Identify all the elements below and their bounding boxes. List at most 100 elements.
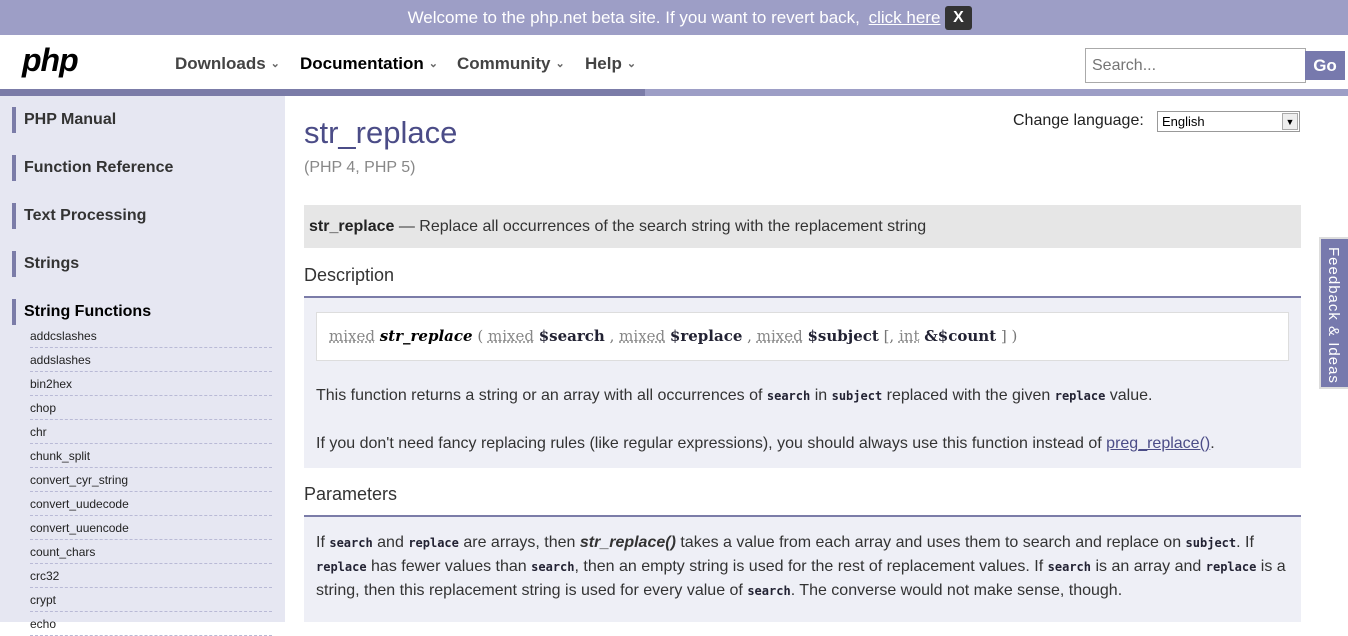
method-synopsis: mixed str_replace ( mixed $search , mixe…	[316, 312, 1289, 361]
paren-open: (	[477, 327, 484, 345]
description-paragraph-1: This function returns a string or an arr…	[316, 384, 1152, 408]
nav-help-label: Help	[585, 54, 622, 73]
list-item[interactable]: count_chars	[30, 540, 272, 564]
type-link[interactable]: mixed	[329, 327, 375, 345]
list-item[interactable]: crc32	[30, 564, 272, 588]
parameters-paragraph: If search and replace are arrays, then s…	[316, 531, 1291, 603]
chevron-down-icon: ⌄	[270, 58, 280, 70]
site-header: php Downloads ⌄ Documentation ⌄ Community ⌄…	[0, 35, 1348, 89]
param-count: &$count	[924, 327, 997, 345]
code-replace: replace	[408, 536, 459, 550]
nav-documentation-label: Documentation	[300, 54, 424, 73]
list-item[interactable]: convert_uuencode	[30, 516, 272, 540]
list-item[interactable]: bin2hex	[30, 372, 272, 396]
go-button[interactable]: Go	[1305, 51, 1345, 80]
banner-message: Welcome to the php.net beta site. If you…	[407, 8, 860, 27]
refpurpose-name: str_replace	[309, 218, 395, 235]
code-replace: replace	[1205, 560, 1257, 574]
nav-documentation[interactable]: Documentation ⌄	[300, 54, 438, 74]
chevron-down-icon: ⌄	[428, 58, 438, 70]
type-link[interactable]: int	[899, 327, 920, 345]
code-replace: replace	[1054, 389, 1106, 403]
nav-downloads-label: Downloads	[175, 54, 266, 73]
list-item[interactable]: echo	[30, 612, 272, 636]
ref-purpose: str_replace — Replace all occurrences of…	[304, 205, 1301, 248]
chevron-down-icon: ⌄	[626, 58, 637, 70]
feedback-tab[interactable]: Feedback & Ideas	[1319, 237, 1348, 389]
type-link[interactable]: mixed	[488, 327, 534, 345]
list-item[interactable]: convert_cyr_string	[30, 468, 272, 492]
text: If you don't need fancy replacing rules …	[316, 435, 1102, 452]
text: value.	[1109, 387, 1153, 404]
change-language-label: Change language:	[1013, 112, 1144, 129]
text: replaced with the given	[886, 387, 1051, 404]
parameters-heading: Parameters	[304, 484, 398, 504]
list-item[interactable]: chop	[30, 396, 272, 420]
paren-close: )	[1011, 327, 1018, 345]
sidebar-item-php-manual[interactable]: PHP Manual	[12, 107, 116, 133]
sidebar-item-strings[interactable]: Strings	[12, 251, 79, 277]
code-search: search	[531, 560, 575, 574]
text: has fewer values than	[371, 558, 527, 575]
revert-link[interactable]: click here	[869, 8, 941, 27]
text: . If	[1236, 534, 1254, 551]
text: If	[316, 534, 325, 551]
language-select[interactable]: English ▼	[1157, 111, 1300, 132]
text: .	[1210, 435, 1215, 452]
code-search: search	[747, 584, 791, 598]
feedback-label: Feedback & Ideas	[1325, 247, 1342, 384]
sidebar: PHP Manual Function Reference Text Proce…	[0, 96, 285, 636]
param-replace: $replace	[669, 327, 743, 345]
refpurpose-text: — Replace all occurrences of the search …	[398, 218, 927, 235]
nav-community[interactable]: Community ⌄	[457, 54, 565, 74]
sidebar-item-function-reference[interactable]: Function Reference	[12, 155, 173, 181]
code-replace: replace	[316, 560, 367, 574]
description-section: mixed str_replace ( mixed $search , mixe…	[304, 298, 1301, 468]
type-link[interactable]: mixed	[757, 327, 803, 345]
list-item[interactable]: convert_uudecode	[30, 492, 272, 516]
beta-banner: Welcome to the php.net beta site. If you…	[0, 0, 1348, 35]
description-paragraph-2: If you don't need fancy replacing rules …	[316, 432, 1215, 456]
function-name: str_replace()	[579, 534, 676, 551]
search-box	[1085, 48, 1306, 83]
type-link[interactable]: mixed	[619, 327, 665, 345]
param-subject: $subject	[807, 327, 879, 345]
header-divider	[0, 89, 1348, 96]
method-name: str_replace	[379, 327, 473, 345]
language-value: English	[1162, 114, 1205, 129]
text: , then an empty string is used for the r…	[574, 558, 1044, 575]
param-search: $search	[538, 327, 605, 345]
list-item[interactable]: addcslashes	[30, 324, 272, 348]
php-logo[interactable]: php	[22, 42, 79, 79]
search-input[interactable]	[1086, 49, 1305, 82]
description-heading: Description	[304, 265, 395, 285]
preg-replace-link[interactable]: preg_replace()	[1106, 435, 1210, 452]
chevron-down-icon: ⌄	[555, 58, 565, 70]
text: takes a value from each array and uses t…	[680, 534, 1182, 551]
nav-downloads[interactable]: Downloads ⌄	[175, 54, 280, 74]
sidebar-item-text-processing[interactable]: Text Processing	[12, 203, 146, 229]
list-item[interactable]: crypt	[30, 588, 272, 612]
comma: ,	[747, 327, 752, 345]
text: This function returns a string or an arr…	[316, 387, 763, 404]
text: is an array and	[1095, 558, 1202, 575]
code-search: search	[1047, 560, 1091, 574]
optional-close: ]	[1000, 327, 1007, 345]
text: . The converse would not make sense, tho…	[790, 582, 1123, 599]
text: are arrays, then	[463, 534, 576, 551]
sidebar-item-string-functions[interactable]: String Functions	[12, 299, 151, 325]
page-title: str_replace	[304, 115, 458, 150]
list-item[interactable]: addslashes	[30, 348, 272, 372]
nav-community-label: Community	[457, 54, 551, 73]
list-item[interactable]: chr	[30, 420, 272, 444]
text: in	[814, 387, 828, 404]
list-item[interactable]: chunk_split	[30, 444, 272, 468]
parameters-section: If search and replace are arrays, then s…	[304, 517, 1301, 622]
close-banner-button[interactable]: X	[945, 6, 972, 30]
code-subject: subject	[1185, 536, 1237, 550]
function-list: addcslashes addslashes bin2hex chop chr …	[30, 324, 272, 636]
php-versions: (PHP 4, PHP 5)	[304, 159, 416, 176]
nav-help[interactable]: Help ⌄	[585, 54, 636, 74]
chevron-down-icon: ▼	[1282, 113, 1298, 130]
code-subject: subject	[831, 389, 883, 403]
